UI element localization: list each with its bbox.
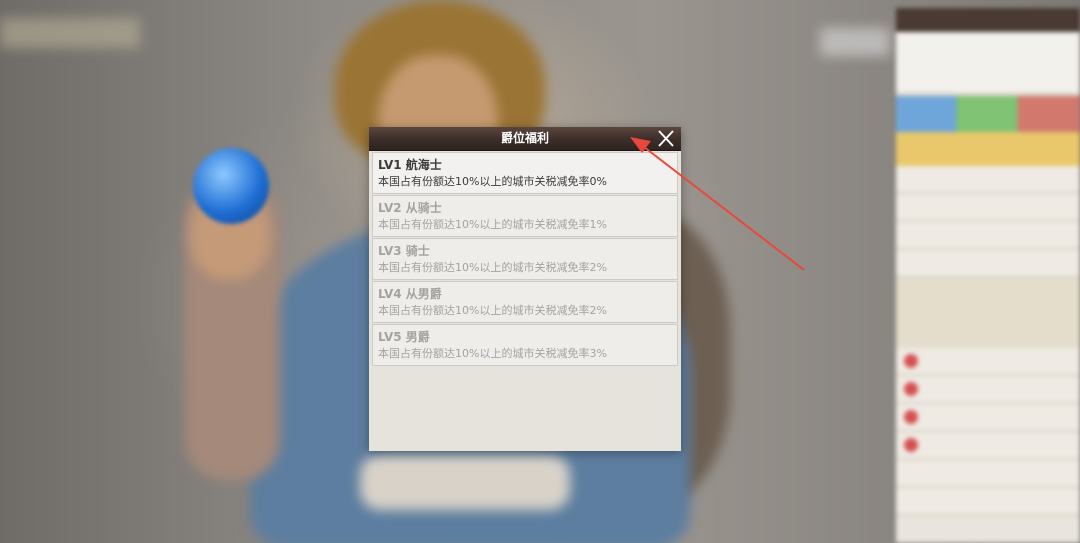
benefit-level: LV5 男爵 [378, 330, 430, 344]
top-left-hud [0, 18, 140, 48]
red-dot-icon [904, 410, 918, 424]
benefit-description: 本国占有份额达10%以上的城市关税减免率0% [378, 175, 607, 188]
top-right-hud [820, 28, 890, 56]
benefit-item-lv5[interactable]: LV5 男爵 本国占有份额达10%以上的城市关税减免率3% [372, 324, 678, 366]
red-dot-icon [904, 438, 918, 452]
benefit-description: 本国占有份额达10%以上的城市关税减免率2% [378, 261, 607, 274]
dialog-title: 爵位福利 [500, 131, 549, 145]
side-panel-button [896, 132, 1080, 166]
benefit-level: LV2 从骑士 [378, 201, 442, 215]
benefit-level: LV1 航海士 [378, 158, 442, 172]
side-panel-row [896, 488, 1080, 516]
side-panel-row [896, 432, 1080, 460]
benefit-description: 本国占有份额达10%以上的城市关税减免率2% [378, 304, 607, 317]
side-panel-profile [896, 32, 1080, 96]
title-benefits-dialog: 爵位福利 LV1 航海士 本国占有份额达10%以上的城市关税减免率0% LV2 … [369, 127, 681, 451]
side-panel-row [896, 404, 1080, 432]
side-panel-row [896, 348, 1080, 376]
side-panel-row [896, 460, 1080, 488]
blue-orb-icon [193, 148, 269, 224]
side-panel-row [896, 166, 1080, 194]
side-panel-section [896, 278, 1080, 348]
benefit-level: LV4 从男爵 [378, 287, 442, 301]
red-dot-icon [904, 354, 918, 368]
benefit-item-lv4[interactable]: LV4 从男爵 本国占有份额达10%以上的城市关税减免率2% [372, 281, 678, 323]
red-dot-icon [904, 382, 918, 396]
benefit-description: 本国占有份额达10%以上的城市关税减免率1% [378, 218, 607, 231]
side-panel-row [896, 250, 1080, 278]
side-panel-tabs [896, 96, 1080, 132]
close-icon [658, 130, 674, 147]
dialog-header: 爵位福利 [369, 127, 681, 151]
side-panel-row [896, 194, 1080, 222]
benefit-item-lv3[interactable]: LV3 骑士 本国占有份额达10%以上的城市关税减免率2% [372, 238, 678, 280]
close-button[interactable] [655, 128, 677, 149]
benefit-description: 本国占有份额达10%以上的城市关税减免率3% [378, 347, 607, 360]
side-panel-header [896, 8, 1080, 32]
benefit-item-lv2[interactable]: LV2 从骑士 本国占有份额达10%以上的城市关税减免率1% [372, 195, 678, 237]
side-panel-row [896, 222, 1080, 250]
benefit-level: LV3 骑士 [378, 244, 430, 258]
benefit-item-lv1[interactable]: LV1 航海士 本国占有份额达10%以上的城市关税减免率0% [372, 152, 678, 194]
benefits-list: LV1 航海士 本国占有份额达10%以上的城市关税减免率0% LV2 从骑士 本… [372, 152, 678, 367]
character-belt [360, 455, 570, 510]
side-info-panel [896, 8, 1080, 543]
side-panel-row [896, 376, 1080, 404]
